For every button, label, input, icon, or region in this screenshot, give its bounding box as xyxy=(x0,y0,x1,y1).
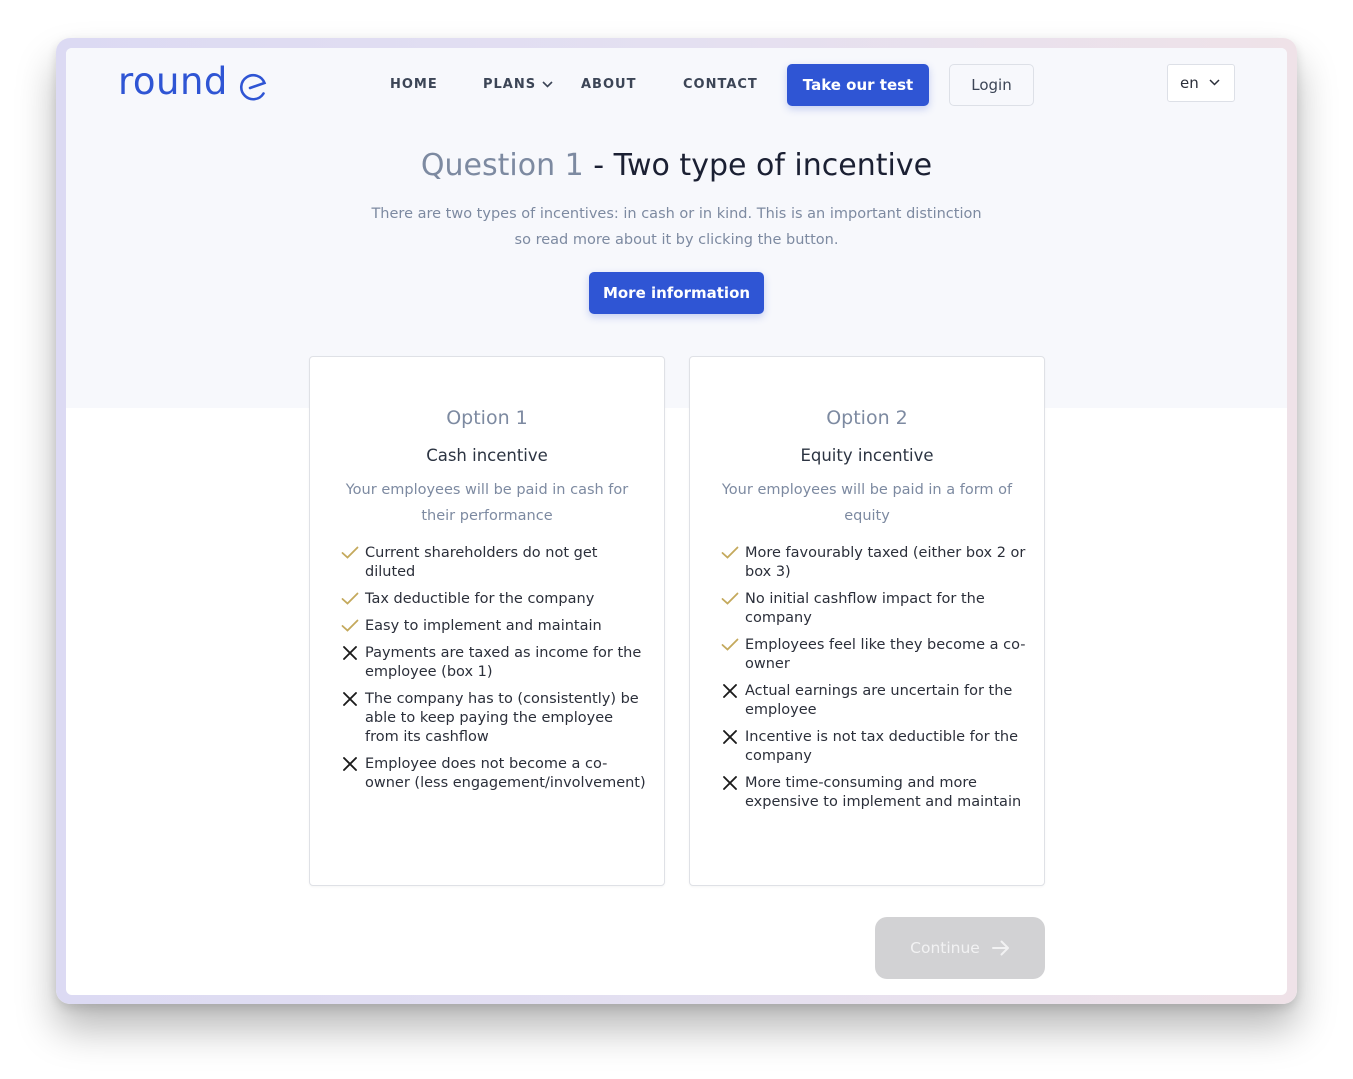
point-text: No initial cashflow impact for the compa… xyxy=(745,591,985,626)
pro-list-item: Current shareholders do not get diluted xyxy=(341,544,646,582)
page-window: round HOME PLANS ABOUT CONTACT Take our … xyxy=(66,48,1287,995)
chevron-down-icon xyxy=(542,81,553,88)
con-list-item: Incentive is not tax deductible for the … xyxy=(721,728,1026,766)
logo[interactable]: round xyxy=(118,60,268,103)
nav-link-contact[interactable]: CONTACT xyxy=(683,77,758,92)
nav-link-home[interactable]: HOME xyxy=(390,77,438,92)
nav-link-plans-label: PLANS xyxy=(483,77,537,92)
check-icon xyxy=(721,546,739,559)
option-card-equity[interactable]: Option 2 Equity incentive Your employees… xyxy=(689,356,1045,886)
cross-icon xyxy=(343,692,357,706)
continue-button[interactable]: Continue xyxy=(875,917,1045,979)
option-label: Option 2 xyxy=(826,407,908,429)
con-list-item: Employee does not become a co-owner (les… xyxy=(341,755,646,793)
check-icon xyxy=(341,546,359,559)
cross-icon xyxy=(723,776,737,790)
point-text: Incentive is not tax deductible for the … xyxy=(745,729,1018,764)
check-icon xyxy=(341,592,359,605)
cross-icon xyxy=(343,646,357,660)
point-text: More favourably taxed (either box 2 or b… xyxy=(745,545,1026,580)
question-title: Question 1 - Two type of incentive xyxy=(66,148,1287,183)
logo-text: round xyxy=(118,60,228,103)
top-navigation: round HOME PLANS ABOUT CONTACT Take our … xyxy=(66,48,1287,128)
chevron-down-icon xyxy=(1209,79,1220,86)
language-value: en xyxy=(1180,74,1199,92)
option-card-cash[interactable]: Option 1 Cash incentive Your employees w… xyxy=(309,356,665,886)
option-label: Option 1 xyxy=(446,407,528,429)
question-description: There are two types of incentives: in ca… xyxy=(371,206,982,248)
browser-frame: round HOME PLANS ABOUT CONTACT Take our … xyxy=(56,38,1297,1004)
pro-list-item: More favourably taxed (either box 2 or b… xyxy=(721,544,1026,582)
question-separator: - xyxy=(583,148,614,183)
arrow-right-icon xyxy=(991,940,1009,956)
option-description: Your employees will be paid in a form of… xyxy=(721,482,1013,524)
con-list-item: Actual earnings are uncertain for the em… xyxy=(721,682,1026,720)
nav-link-about[interactable]: ABOUT xyxy=(581,77,636,92)
option-points-list: More favourably taxed (either box 2 or b… xyxy=(721,544,1026,820)
nav-link-plans[interactable]: PLANS xyxy=(483,77,553,92)
hero-curve xyxy=(66,383,1287,407)
point-text: Current shareholders do not get diluted xyxy=(365,545,598,580)
check-icon xyxy=(341,619,359,632)
point-text: Tax deductible for the company xyxy=(365,591,595,607)
point-text: Easy to implement and maintain xyxy=(365,618,602,634)
question-number: Question 1 xyxy=(420,148,584,183)
point-text: Payments are taxed as income for the emp… xyxy=(365,645,642,680)
con-list-item: More time-consuming and more expensive t… xyxy=(721,774,1026,812)
login-button[interactable]: Login xyxy=(949,64,1034,106)
cross-icon xyxy=(343,757,357,771)
con-list-item: The company has to (consistently) be abl… xyxy=(341,690,646,747)
pro-list-item: Tax deductible for the company xyxy=(341,590,646,609)
question-text: Two type of incentive xyxy=(613,148,933,183)
take-our-test-button[interactable]: Take our test xyxy=(787,64,929,106)
option-description: Your employees will be paid in cash for … xyxy=(345,482,629,524)
point-text: Employee does not become a co-owner (les… xyxy=(365,756,646,791)
pro-list-item: Employees feel like they become a co-own… xyxy=(721,636,1026,674)
logo-mark-icon xyxy=(239,73,267,100)
cross-icon xyxy=(723,730,737,744)
more-information-button[interactable]: More information xyxy=(589,272,764,314)
point-text: Employees feel like they become a co-own… xyxy=(745,637,1026,672)
pro-list-item: No initial cashflow impact for the compa… xyxy=(721,590,1026,628)
point-text: More time-consuming and more expensive t… xyxy=(745,775,1022,810)
point-text: The company has to (consistently) be abl… xyxy=(365,691,639,745)
option-title: Cash incentive xyxy=(426,446,548,465)
check-icon xyxy=(721,638,739,651)
option-points-list: Current shareholders do not get diluted T… xyxy=(341,544,646,801)
point-text: Actual earnings are uncertain for the em… xyxy=(745,683,1013,718)
language-select[interactable]: en xyxy=(1167,64,1235,102)
check-icon xyxy=(721,592,739,605)
con-list-item: Payments are taxed as income for the emp… xyxy=(341,644,646,682)
continue-label: Continue xyxy=(910,939,980,957)
option-title: Equity incentive xyxy=(800,446,934,465)
cross-icon xyxy=(723,684,737,698)
pro-list-item: Easy to implement and maintain xyxy=(341,617,646,636)
